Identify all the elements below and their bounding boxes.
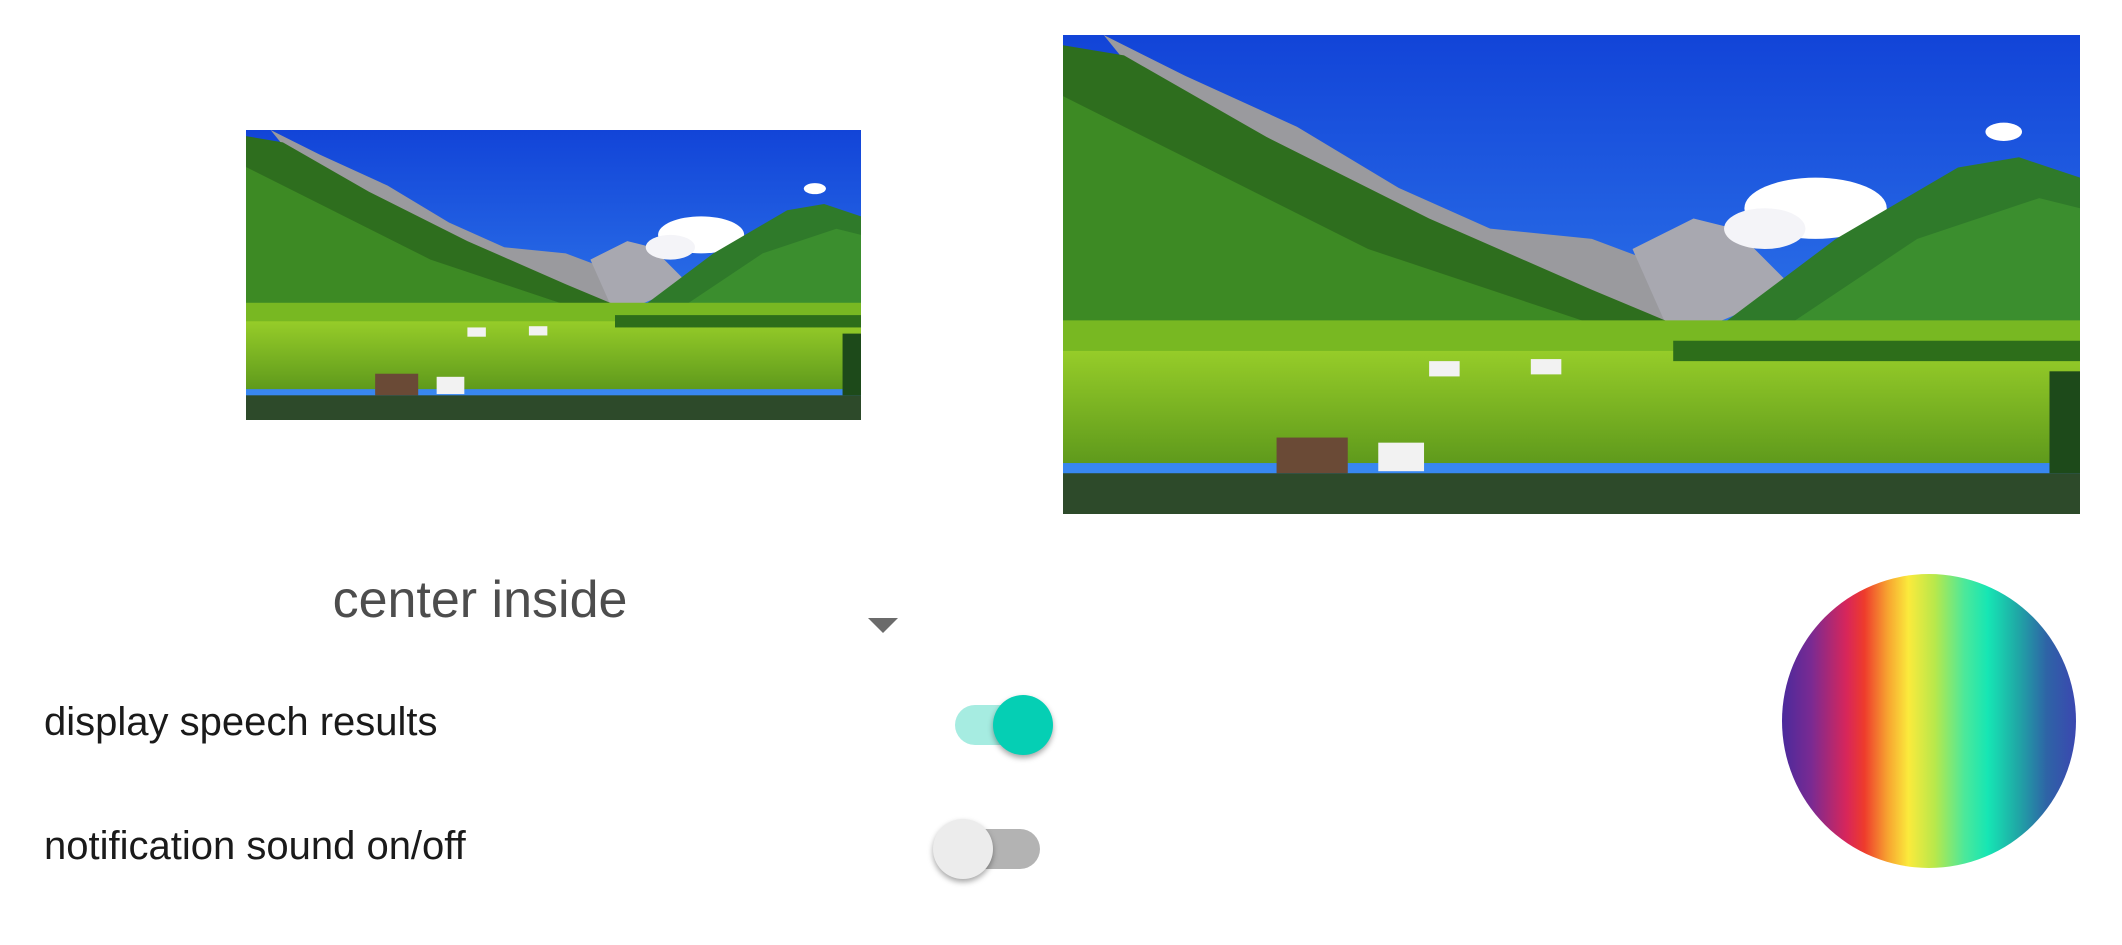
notification-sound-switch[interactable] (928, 807, 1040, 879)
landscape-image-large (1063, 35, 2080, 514)
switch-thumb (933, 819, 993, 879)
switch-thumb (993, 695, 1053, 755)
notification-sound-label: notification sound on/off (44, 824, 466, 868)
scale-type-spinner[interactable]: center inside (200, 560, 900, 640)
spinner-selected-value: center inside (332, 571, 628, 629)
display-speech-results-switch[interactable] (950, 683, 1060, 755)
dropdown-arrow-icon (868, 618, 898, 633)
display-speech-results-label: display speech results (44, 700, 438, 744)
landscape-image-small (246, 130, 861, 420)
color-picker-disc[interactable] (1782, 574, 2076, 868)
landscape-scene (246, 130, 861, 420)
landscape-scene (1063, 35, 2080, 514)
